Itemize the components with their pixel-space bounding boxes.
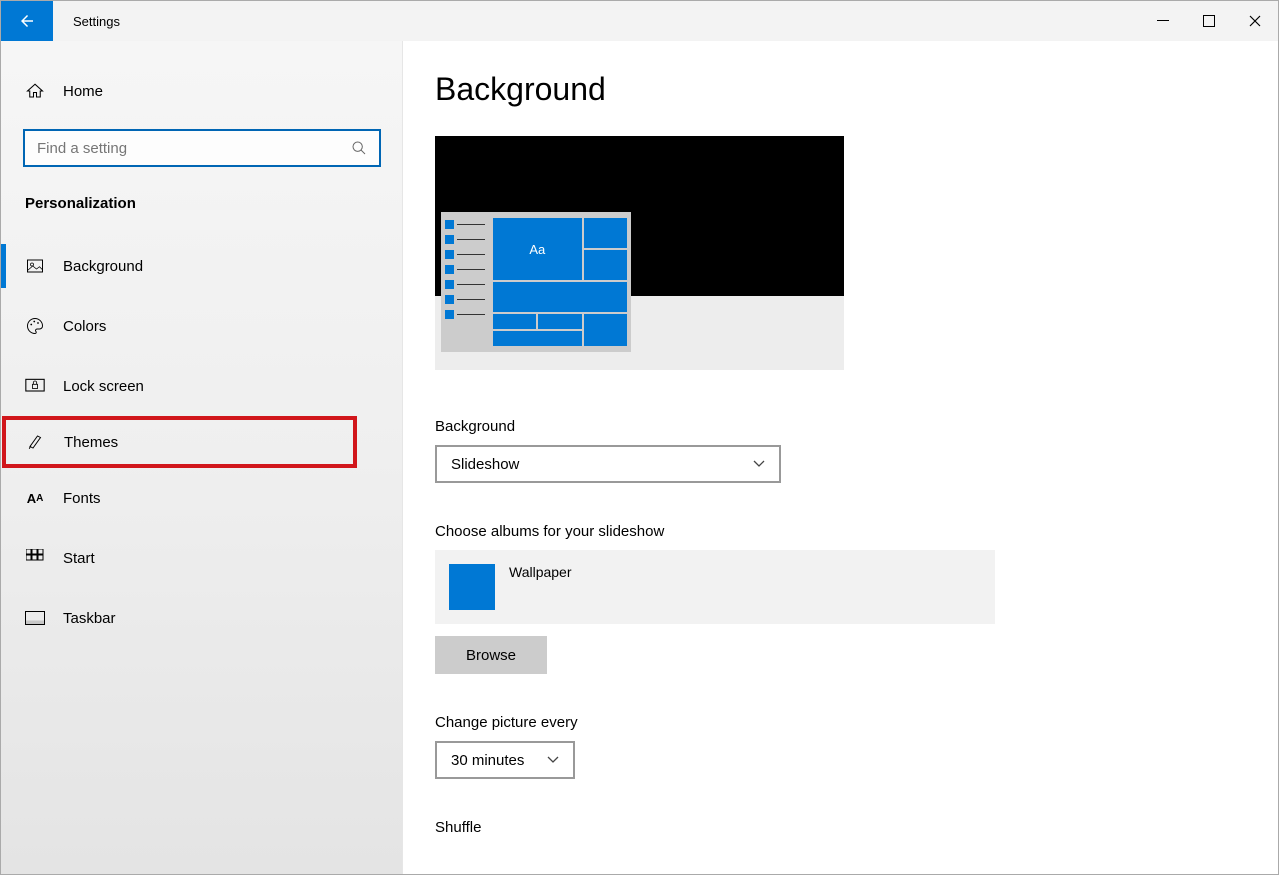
sidebar-item-label: Taskbar — [63, 610, 116, 627]
background-mode-select[interactable]: Slideshow — [435, 445, 781, 483]
background-mode-value: Slideshow — [451, 456, 519, 473]
maximize-button[interactable] — [1186, 1, 1232, 41]
preview-sample-text: Aa — [493, 218, 582, 280]
sidebar-item-background[interactable]: Background — [1, 236, 402, 296]
interval-value: 30 minutes — [451, 752, 524, 769]
home-icon — [25, 81, 45, 101]
lock-screen-icon — [25, 376, 45, 396]
sidebar-item-themes[interactable]: Themes — [2, 416, 357, 468]
browse-button[interactable]: Browse — [435, 636, 547, 674]
minimize-icon — [1157, 15, 1169, 27]
font-icon: AA — [25, 488, 45, 508]
albums-label: Choose albums for your slideshow — [435, 523, 1246, 540]
home-link[interactable]: Home — [1, 71, 402, 111]
minimize-button[interactable] — [1140, 1, 1186, 41]
sidebar: Home Personalization Background Colors — [1, 41, 403, 874]
theme-preview: Aa — [435, 136, 844, 370]
grid-icon — [25, 548, 45, 568]
maximize-icon — [1203, 15, 1215, 27]
shuffle-label: Shuffle — [435, 819, 1246, 836]
window-title: Settings — [53, 1, 140, 41]
album-item[interactable]: Wallpaper — [435, 550, 995, 624]
page-title: Background — [435, 71, 1246, 108]
interval-select[interactable]: 30 minutes — [435, 741, 575, 779]
background-mode-label: Background — [435, 418, 1246, 435]
sidebar-item-lock-screen[interactable]: Lock screen — [1, 356, 402, 416]
sidebar-item-label: Themes — [64, 434, 118, 451]
sidebar-item-label: Colors — [63, 318, 106, 335]
sidebar-item-fonts[interactable]: AA Fonts — [1, 468, 402, 528]
sidebar-item-taskbar[interactable]: Taskbar — [1, 588, 402, 648]
sidebar-item-label: Fonts — [63, 490, 101, 507]
palette-icon — [25, 316, 45, 336]
interval-label: Change picture every — [435, 714, 1246, 731]
titlebar: Settings — [1, 1, 1278, 41]
chevron-down-icon — [547, 756, 559, 764]
picture-icon — [25, 256, 45, 276]
taskbar-icon — [25, 608, 45, 628]
album-name: Wallpaper — [509, 564, 572, 580]
content-area: Background Aa — [403, 41, 1278, 874]
category-header: Personalization — [1, 195, 402, 236]
close-icon — [1249, 15, 1261, 27]
sidebar-item-label: Start — [63, 550, 95, 567]
paint-icon — [26, 432, 46, 452]
close-button[interactable] — [1232, 1, 1278, 41]
search-input[interactable] — [23, 129, 381, 167]
arrow-left-icon — [18, 12, 36, 30]
sidebar-item-label: Lock screen — [63, 378, 144, 395]
search-field[interactable] — [37, 140, 343, 157]
home-label: Home — [63, 83, 103, 100]
search-icon — [351, 140, 367, 156]
chevron-down-icon — [753, 460, 765, 468]
album-thumbnail — [449, 564, 495, 610]
sidebar-item-label: Background — [63, 258, 143, 275]
sidebar-item-start[interactable]: Start — [1, 528, 402, 588]
back-button[interactable] — [1, 1, 53, 41]
sidebar-item-colors[interactable]: Colors — [1, 296, 402, 356]
